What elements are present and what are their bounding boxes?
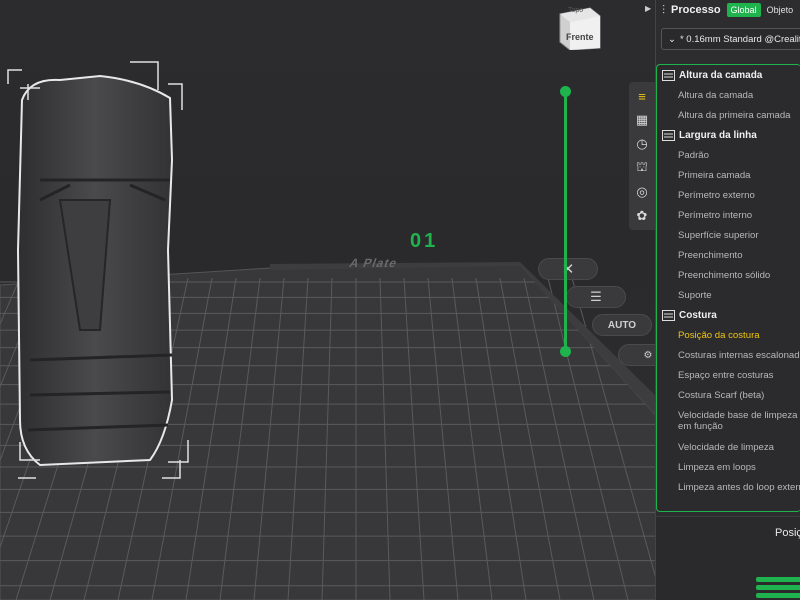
layer-slider-top-handle[interactable] xyxy=(560,86,571,97)
quality-icon[interactable]: ≡ xyxy=(632,86,652,106)
settings-label: Preenchimento sólido xyxy=(678,269,771,281)
settings-item[interactable]: Suporte xyxy=(657,285,800,305)
settings-label: Perímetro externo xyxy=(678,189,755,201)
gear-icon: ⚙ xyxy=(643,349,653,361)
settings-item[interactable]: Posição da costura xyxy=(657,325,800,345)
process-panel: ⫶ Processo Global Objeto ⌄ * 0.16mm Stan… xyxy=(655,0,800,600)
settings-label: Posição da costura xyxy=(678,329,760,341)
settings-item[interactable]: Superfície superior xyxy=(657,225,800,245)
tab-object[interactable]: Objeto xyxy=(767,5,794,15)
chevron-down-icon: ⌄ xyxy=(668,33,676,45)
settings-list-box: Altura da camada Altura da camada Altura d… xyxy=(656,64,800,512)
bottom-panel: Posição xyxy=(656,516,800,600)
settings-label: Primeira camada xyxy=(678,169,751,181)
panel-title: Processo xyxy=(671,4,721,16)
settings-label: Altura da primeira camada xyxy=(678,109,791,121)
settings-label: Costuras internas escalonadas xyxy=(678,349,800,361)
tiki-model xyxy=(16,74,174,467)
settings-label: Altura da camada xyxy=(678,89,754,101)
plate-number: 01 xyxy=(410,230,439,252)
settings-label: Padrão xyxy=(678,149,709,161)
collapse-arrow-icon[interactable]: ▶ xyxy=(645,4,651,13)
settings-group: Largura da linha xyxy=(657,125,800,145)
preset-value: * 0.16mm Standard @Creality xyxy=(679,33,800,45)
layer-slider-bottom-handle[interactable] xyxy=(560,346,571,357)
delete-plate-button[interactable]: ✕ xyxy=(538,258,598,280)
process-category-toolbar: ≡ ▦ ◷ ⛫ ◎ ✿ xyxy=(629,82,655,230)
settings-group: Altura da camada xyxy=(657,65,800,85)
settings-item[interactable]: Perímetro externo xyxy=(657,185,800,205)
settings-item[interactable]: Limpeza antes do loop externo xyxy=(657,477,800,497)
strength-icon[interactable]: ▦ xyxy=(632,110,652,130)
settings-label: Largura da linha xyxy=(679,129,757,141)
panel-header: ⫶ Processo Global Objeto xyxy=(656,0,800,20)
settings-group: Costura xyxy=(657,305,800,325)
settings-label: Superfície superior xyxy=(678,229,759,241)
plate-name[interactable]: A Plate xyxy=(347,256,399,270)
settings-item[interactable]: Velocidade base de limpeza em função xyxy=(657,405,800,437)
settings-label: Preenchimento xyxy=(678,249,743,261)
plate-settings-button[interactable]: ⚙ xyxy=(618,344,660,366)
settings-label: Perímetro interno xyxy=(678,209,753,221)
settings-label: Limpeza em loops xyxy=(678,461,756,473)
tab-global[interactable]: Global xyxy=(726,3,761,17)
multimaterial-icon[interactable]: ✿ xyxy=(632,206,652,226)
others-icon[interactable]: ◎ xyxy=(632,182,652,202)
auto-orient-button[interactable]: AUTO xyxy=(592,314,652,336)
settings-label: Suporte xyxy=(678,289,712,301)
support-icon[interactable]: ⛫ xyxy=(632,158,652,178)
settings-list: Altura da camada Altura da camada Altura d… xyxy=(657,65,800,497)
settings-item[interactable]: Preenchimento sólido xyxy=(657,265,800,285)
bottom-bars xyxy=(756,577,800,600)
layer-slider-track[interactable] xyxy=(564,92,567,352)
settings-item[interactable]: Velocidade de limpeza xyxy=(657,437,800,457)
settings-label: Espaço entre costuras xyxy=(678,369,774,381)
settings-item[interactable]: Preenchimento xyxy=(657,245,800,265)
plate-list-button[interactable]: ☰ xyxy=(566,286,626,308)
3d-viewport[interactable]: Topo Frente 01 A Plate ✕ ☰ AUTO ⚙ xyxy=(0,0,660,600)
settings-label: Altura da camada xyxy=(679,69,763,81)
settings-item[interactable]: Costuras internas escalonadas xyxy=(657,345,800,365)
settings-label: Costura Scarf (beta) xyxy=(678,389,765,401)
settings-item[interactable]: Espaço entre costuras xyxy=(657,365,800,385)
seam-icon xyxy=(662,309,675,321)
view-cube-top-label: Topo xyxy=(568,7,584,14)
bottom-panel-title: Posição xyxy=(775,527,800,539)
settings-item[interactable]: Costura Scarf (beta) xyxy=(657,385,800,405)
view-cube[interactable]: Topo Frente xyxy=(556,4,602,51)
auto-label: AUTO xyxy=(607,319,637,331)
settings-item[interactable]: Limpeza em loops xyxy=(657,457,800,477)
settings-label: Velocidade de limpeza xyxy=(678,441,775,453)
settings-label: Limpeza antes do loop externo xyxy=(678,481,800,493)
line-width-icon xyxy=(662,129,675,141)
speed-icon[interactable]: ◷ xyxy=(632,134,652,154)
settings-label: Costura xyxy=(679,309,717,321)
settings-item[interactable]: Altura da camada xyxy=(657,85,800,105)
layer-height-icon xyxy=(662,69,675,81)
list-icon: ☰ xyxy=(590,289,602,304)
process-preset-select[interactable]: ⌄ * 0.16mm Standard @Creality xyxy=(661,28,800,50)
view-cube-front-label: Frente xyxy=(566,32,594,42)
settings-item[interactable]: Perímetro interno xyxy=(657,205,800,225)
process-settings-icon: ⫶ xyxy=(662,2,666,17)
settings-item[interactable]: Primeira camada xyxy=(657,165,800,185)
settings-item[interactable]: Altura da primeira camada xyxy=(657,105,800,125)
settings-label: Velocidade base de limpeza em função xyxy=(678,410,798,432)
settings-item[interactable]: Padrão xyxy=(657,145,800,165)
